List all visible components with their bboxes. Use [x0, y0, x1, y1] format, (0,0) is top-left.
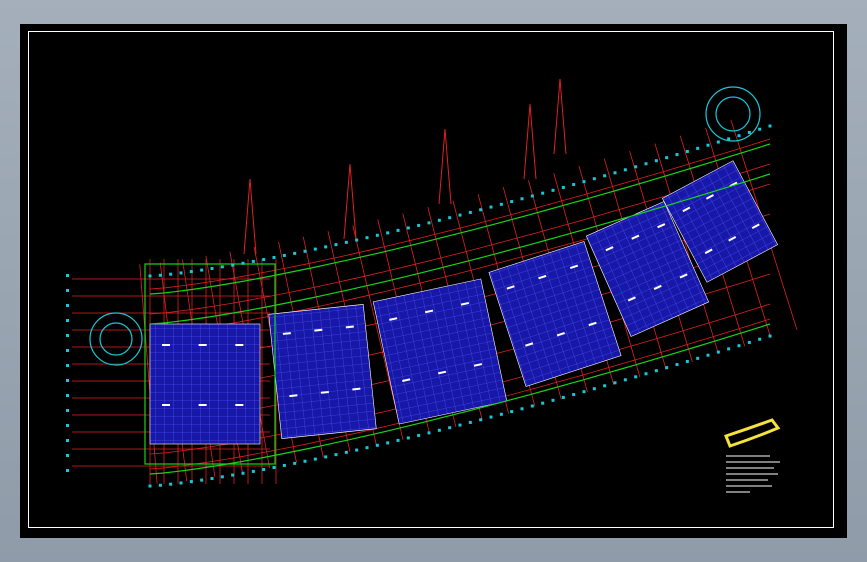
title-block — [724, 418, 781, 493]
title-stamp-graphic — [724, 418, 781, 448]
room-block — [149, 323, 261, 445]
stair-tower-left — [89, 312, 143, 366]
cad-viewport[interactable] — [20, 24, 847, 538]
stair-tower-right — [705, 86, 761, 142]
roof-spires — [243, 78, 567, 255]
spire — [243, 178, 257, 255]
floor-plan — [66, 78, 798, 493]
spire — [343, 163, 357, 240]
room-blocks — [149, 160, 779, 445]
spire — [438, 128, 452, 205]
room-block — [372, 278, 508, 425]
room-block — [268, 304, 377, 439]
spire — [523, 103, 537, 180]
spire — [553, 78, 567, 155]
